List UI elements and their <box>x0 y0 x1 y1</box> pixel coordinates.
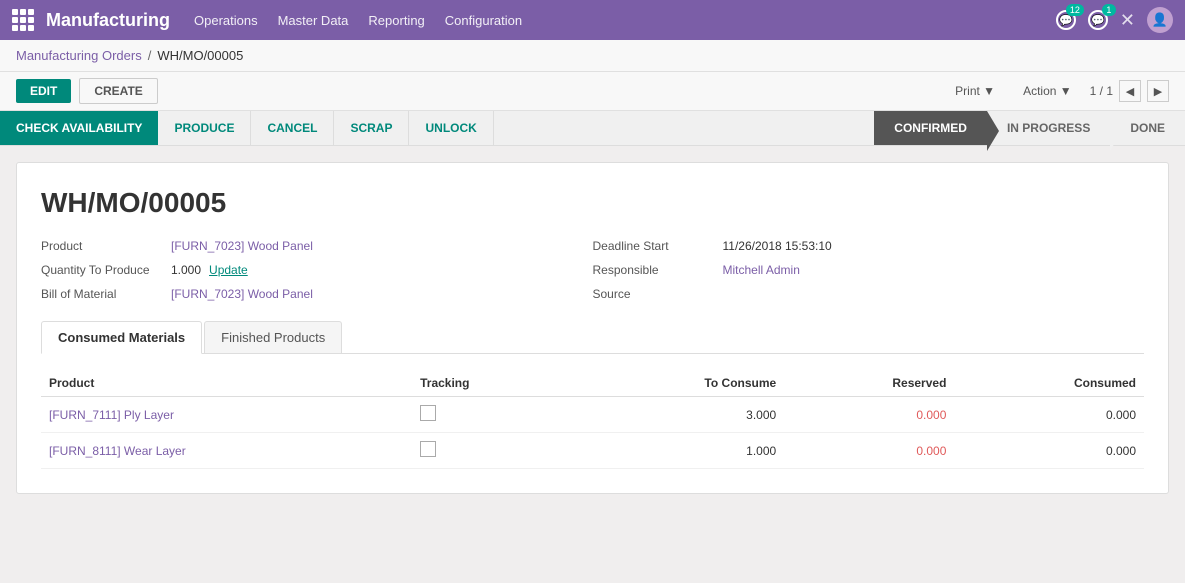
product-value[interactable]: [FURN_7023] Wood Panel <box>171 239 313 253</box>
main-nav: Operations Master Data Reporting Configu… <box>194 13 1056 28</box>
quantity-value: 1.000 <box>171 263 201 277</box>
row1-reserved: 0.000 <box>784 397 954 433</box>
responsible-field: Responsible Mitchell Admin <box>593 263 1145 277</box>
cancel-button[interactable]: CANCEL <box>251 111 334 145</box>
update-button[interactable]: Update <box>209 263 248 277</box>
check-availability-button[interactable]: CHECK AVAILABILITY <box>0 111 158 145</box>
breadcrumb-separator: / <box>148 48 152 63</box>
topbar-icons: 💬 12 💬 1 ✕ 👤 <box>1056 7 1173 33</box>
row1-to-consume: 3.000 <box>571 397 784 433</box>
row2-to-consume: 1.000 <box>571 433 784 469</box>
row2-tracking <box>412 433 571 469</box>
responsible-label: Responsible <box>593 263 723 277</box>
product-field: Product [FURN_7023] Wood Panel <box>41 239 593 253</box>
tab-finished-products[interactable]: Finished Products <box>204 321 342 353</box>
row2-consumed: 0.000 <box>954 433 1144 469</box>
source-field: Source <box>593 287 1145 301</box>
col-consumed: Consumed <box>954 370 1144 397</box>
pager: 1 / 1 ◀ ▶ <box>1090 80 1169 102</box>
row2-reserved: 0.000 <box>784 433 954 469</box>
action-button[interactable]: Action ▼ <box>1013 79 1082 103</box>
row1-product[interactable]: [FURN_7111] Ply Layer <box>41 397 412 433</box>
status-bar: CHECK AVAILABILITY PRODUCE CANCEL SCRAP … <box>0 111 1185 146</box>
quantity-field: Quantity To Produce 1.000 Update <box>41 263 593 277</box>
breadcrumb-parent[interactable]: Manufacturing Orders <box>16 48 142 63</box>
breadcrumb-current: WH/MO/00005 <box>157 48 243 63</box>
deadline-value: 11/26/2018 15:53:10 <box>723 239 832 253</box>
pager-count: 1 / 1 <box>1090 84 1113 98</box>
avatar[interactable]: 👤 <box>1147 7 1173 33</box>
messages-icon[interactable]: 💬 1 <box>1088 10 1108 30</box>
breadcrumb: Manufacturing Orders / WH/MO/00005 <box>0 40 1185 72</box>
nav-operations[interactable]: Operations <box>194 13 258 28</box>
edit-button[interactable]: EDIT <box>16 79 71 103</box>
nav-reporting[interactable]: Reporting <box>368 13 424 28</box>
unlock-button[interactable]: UNLOCK <box>409 111 493 145</box>
col-reserved: Reserved <box>784 370 954 397</box>
deadline-label: Deadline Start <box>593 239 723 253</box>
quantity-value-group: 1.000 Update <box>171 263 248 277</box>
product-label: Product <box>41 239 171 253</box>
nav-master-data[interactable]: Master Data <box>278 13 349 28</box>
form-fields: Product [FURN_7023] Wood Panel Quantity … <box>41 239 1144 301</box>
col-tracking: Tracking <box>412 370 571 397</box>
updates-icon[interactable]: 💬 12 <box>1056 10 1076 30</box>
status-actions: CHECK AVAILABILITY PRODUCE CANCEL SCRAP … <box>0 111 494 145</box>
create-button[interactable]: CREATE <box>79 78 157 104</box>
topbar: Manufacturing Operations Master Data Rep… <box>0 0 1185 40</box>
produce-button[interactable]: PRODUCE <box>158 111 251 145</box>
apps-menu-icon[interactable] <box>12 9 34 31</box>
status-step-confirmed[interactable]: CONFIRMED <box>874 111 987 145</box>
row1-tracking <box>412 397 571 433</box>
left-fields: Product [FURN_7023] Wood Panel Quantity … <box>41 239 593 301</box>
materials-table: Product Tracking To Consume Reserved Con… <box>41 370 1144 469</box>
deadline-field: Deadline Start 11/26/2018 15:53:10 <box>593 239 1145 253</box>
tabs: Consumed Materials Finished Products <box>41 321 1144 354</box>
nav-configuration[interactable]: Configuration <box>445 13 522 28</box>
action-label: Action <box>1023 84 1056 98</box>
messages-badge: 1 <box>1102 4 1116 16</box>
pager-prev[interactable]: ◀ <box>1119 80 1141 102</box>
close-icon[interactable]: ✕ <box>1120 10 1135 31</box>
right-fields: Deadline Start 11/26/2018 15:53:10 Respo… <box>593 239 1145 301</box>
app-title: Manufacturing <box>46 10 170 31</box>
bom-field: Bill of Material [FURN_7023] Wood Panel <box>41 287 593 301</box>
status-steps: CONFIRMED IN PROGRESS DONE <box>874 111 1185 145</box>
col-to-consume: To Consume <box>571 370 784 397</box>
form-card: WH/MO/00005 Product [FURN_7023] Wood Pan… <box>16 162 1169 494</box>
col-product: Product <box>41 370 412 397</box>
print-label: Print <box>955 84 980 98</box>
scrap-button[interactable]: SCRAP <box>334 111 409 145</box>
bom-label: Bill of Material <box>41 287 171 301</box>
form-title: WH/MO/00005 <box>41 187 1144 219</box>
source-label: Source <box>593 287 723 301</box>
bom-value[interactable]: [FURN_7023] Wood Panel <box>171 287 313 301</box>
form-toolbar: EDIT CREATE Print ▼ Action ▼ 1 / 1 ◀ ▶ <box>0 72 1185 111</box>
status-step-in-progress[interactable]: IN PROGRESS <box>987 111 1110 145</box>
row1-consumed: 0.000 <box>954 397 1144 433</box>
responsible-value[interactable]: Mitchell Admin <box>723 263 800 277</box>
row1-tracking-checkbox[interactable] <box>420 405 436 421</box>
table-row: [FURN_7111] Ply Layer 3.000 0.000 0.000 <box>41 397 1144 433</box>
row2-product[interactable]: [FURN_8111] Wear Layer <box>41 433 412 469</box>
row2-tracking-checkbox[interactable] <box>420 441 436 457</box>
tab-consumed-materials[interactable]: Consumed Materials <box>41 321 202 354</box>
table-row: [FURN_8111] Wear Layer 1.000 0.000 0.000 <box>41 433 1144 469</box>
updates-badge: 12 <box>1066 4 1084 16</box>
pager-next[interactable]: ▶ <box>1147 80 1169 102</box>
quantity-label: Quantity To Produce <box>41 263 171 277</box>
main-content: WH/MO/00005 Product [FURN_7023] Wood Pan… <box>0 146 1185 510</box>
print-button[interactable]: Print ▼ <box>945 79 1005 103</box>
